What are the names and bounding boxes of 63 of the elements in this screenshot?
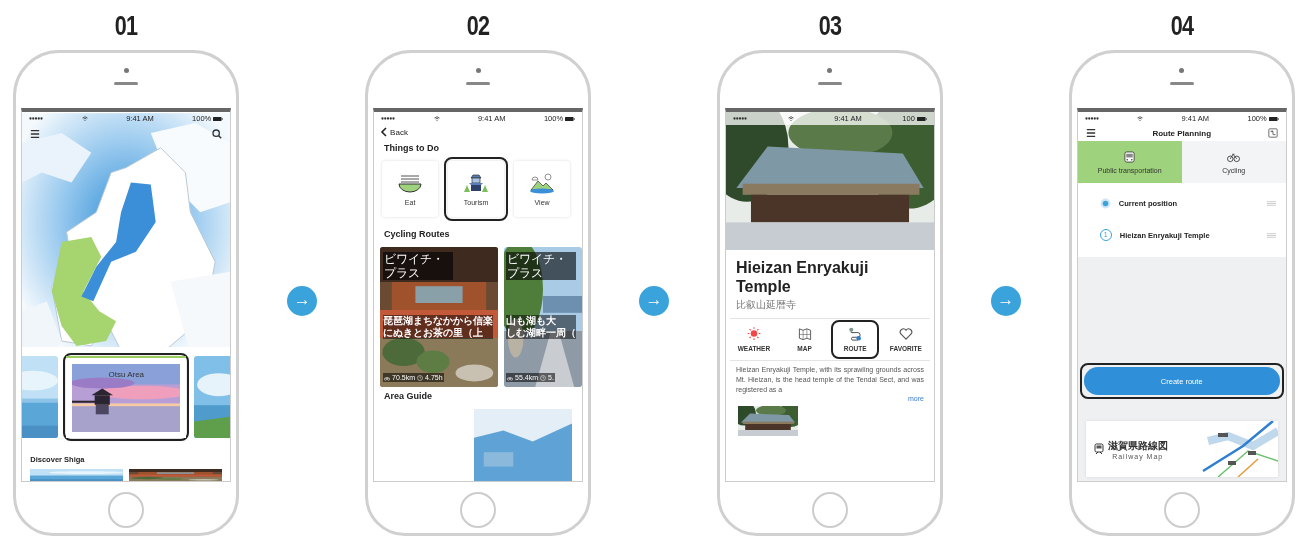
camera-icon <box>1179 68 1185 73</box>
search-icon[interactable] <box>212 129 223 139</box>
train-icon <box>1093 443 1104 455</box>
route-tag: ビワイチ・プラス <box>383 252 454 280</box>
home-button[interactable] <box>460 492 497 528</box>
menu-icon[interactable] <box>1085 128 1096 138</box>
area-card[interactable]: Otsu Area <box>66 356 187 438</box>
home-button[interactable] <box>811 492 848 528</box>
signal-icon <box>381 117 396 120</box>
step-number: 01 <box>115 10 138 43</box>
battery-icon <box>213 116 224 121</box>
route-title: 山も湖も大 しむ湖畔一周（ <box>506 314 577 339</box>
route-icon <box>847 327 864 341</box>
section-title: Cycling Routes <box>383 228 451 241</box>
camera-icon <box>475 68 481 73</box>
card-title: Otsu Area <box>107 370 146 379</box>
battery-icon <box>916 116 927 121</box>
wifi-icon <box>787 116 794 121</box>
place-subtitle: 比叡山延暦寺 <box>734 298 797 312</box>
speaker-icon <box>466 82 491 85</box>
landscape-icon <box>529 172 556 194</box>
map-icon[interactable] <box>1267 128 1278 138</box>
step-number: 03 <box>818 10 842 43</box>
signal-icon <box>732 117 747 120</box>
back-icon <box>379 127 390 137</box>
drag-handle-icon[interactable] <box>1266 232 1276 238</box>
signal-icon <box>29 117 44 120</box>
route-title: 琵琶湖まちなかから信楽 にぬきとお茶の里（上 <box>383 314 494 339</box>
bicycle-icon <box>507 374 514 381</box>
signal-icon <box>1084 117 1099 120</box>
bicycle-icon <box>384 374 391 381</box>
menu-icon[interactable] <box>30 129 41 139</box>
battery-icon <box>565 116 576 121</box>
camera-icon <box>827 68 833 73</box>
wifi-icon <box>1137 116 1144 121</box>
bowl-icon <box>397 172 424 194</box>
section-title: Area Guide <box>383 390 434 403</box>
speaker-icon <box>817 82 842 85</box>
speaker-icon <box>1169 82 1194 85</box>
section-title: Things to Do <box>383 142 441 155</box>
battery-icon <box>1268 116 1279 121</box>
folded-map-icon <box>796 327 813 341</box>
speaker-icon <box>114 82 139 85</box>
home-button[interactable] <box>1163 492 1200 528</box>
sun-icon <box>745 327 762 341</box>
clock-icon <box>540 374 547 381</box>
wifi-icon <box>81 116 88 121</box>
home-button[interactable] <box>108 492 145 528</box>
bus-icon <box>1123 150 1137 163</box>
route-tag: ビワイチ・プラス <box>506 252 577 280</box>
drag-handle-icon[interactable] <box>1266 200 1276 206</box>
wifi-icon <box>433 116 440 121</box>
back-button[interactable]: Back <box>379 127 408 137</box>
step-number: 04 <box>1170 10 1193 43</box>
step-number: 02 <box>466 10 490 43</box>
place-title: Hieizan Enryakuji Temple <box>734 258 870 296</box>
heart-icon <box>897 327 914 341</box>
castle-icon <box>463 172 490 194</box>
camera-icon <box>123 68 129 73</box>
screen-title: Route Planning <box>1152 128 1212 138</box>
banner-title: 滋賀県路線図 <box>1107 438 1168 453</box>
clock-icon <box>417 374 424 381</box>
location-dot-icon <box>1099 197 1111 209</box>
